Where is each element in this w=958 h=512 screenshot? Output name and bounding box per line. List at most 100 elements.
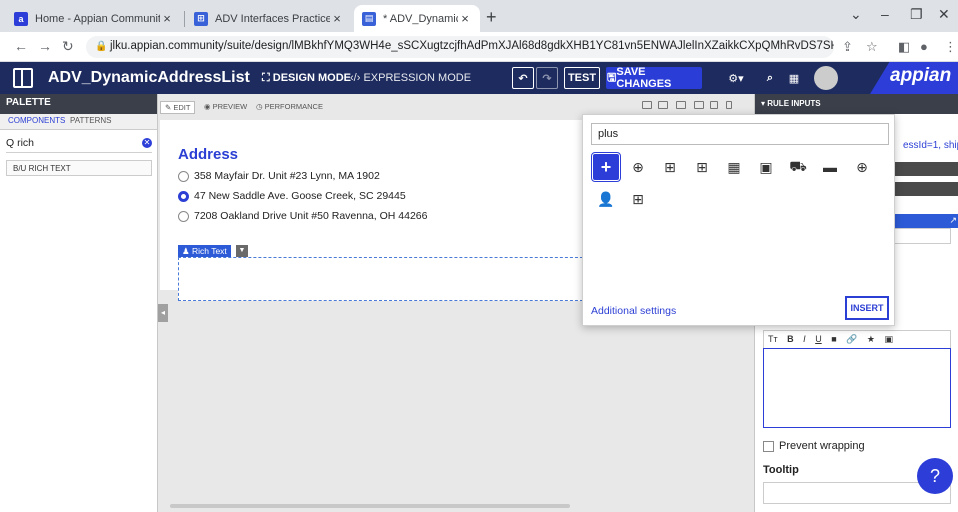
- question-icon: ?: [929, 466, 940, 486]
- folder-plus-icon[interactable]: ▬: [817, 154, 843, 180]
- image-icon[interactable]: ▣: [884, 334, 893, 344]
- star-icon[interactable]: ★: [867, 334, 875, 344]
- device-tablet-icon[interactable]: [694, 101, 704, 109]
- text-size-icon[interactable]: Tт: [768, 334, 778, 344]
- restore-icon[interactable]: ❐: [910, 6, 923, 23]
- rich-text-editor[interactable]: [763, 348, 951, 428]
- profile-icon[interactable]: ●: [920, 39, 928, 54]
- user-avatar[interactable]: [814, 66, 838, 90]
- device-tablet-portrait-icon[interactable]: [710, 101, 718, 109]
- browser-tab-active[interactable]: ▤ * ADV_DynamicAddressList • App ×: [354, 5, 480, 32]
- tab-edit[interactable]: ✎ EDIT: [160, 101, 196, 114]
- checkbox[interactable]: [763, 440, 774, 452]
- expression-mode-label: EXPRESSION MODE: [363, 72, 472, 84]
- tab-performance[interactable]: ◷ PERFORMANCE: [252, 101, 327, 112]
- device-laptop-icon[interactable]: [676, 101, 686, 109]
- property-input[interactable]: [887, 228, 951, 244]
- interface-object-icon: [13, 68, 33, 88]
- menu-kebab-icon[interactable]: ⋮: [944, 39, 957, 55]
- palette-item-label: RICH TEXT: [28, 164, 71, 173]
- palette-item-rich-text[interactable]: B/U RICH TEXT: [6, 160, 152, 176]
- plus-icon[interactable]: +: [591, 152, 621, 182]
- new-tab-button[interactable]: +: [486, 7, 497, 28]
- rich-text-component[interactable]: [178, 257, 588, 301]
- component-menu-button[interactable]: ▼: [236, 245, 248, 257]
- insert-button[interactable]: INSERT: [845, 296, 889, 320]
- navigation-menu-button[interactable]: ▦: [784, 67, 804, 89]
- calendar-plus-outline-icon[interactable]: ▣: [753, 154, 779, 180]
- back-icon[interactable]: ←: [14, 38, 28, 54]
- icon-search-input[interactable]: plus: [591, 123, 889, 145]
- user-plus-icon[interactable]: 👤: [593, 186, 619, 212]
- object-search-button[interactable]: ⌕: [760, 67, 780, 89]
- undo-button[interactable]: ↶: [512, 67, 534, 89]
- interface-favicon-icon: ▤: [362, 11, 376, 26]
- tab-components[interactable]: COMPONENTS: [8, 116, 65, 125]
- underline-icon[interactable]: U: [815, 334, 822, 344]
- design-mode-label: DESIGN MODE: [272, 72, 351, 84]
- component-tag[interactable]: ♟ Rich Text: [178, 245, 231, 257]
- calendar-plus-icon[interactable]: ▦: [721, 154, 747, 180]
- expression-mode-tab[interactable]: ‹/› EXPRESSION MODE: [350, 72, 471, 84]
- radio-option-1[interactable]: 358 Mayfair Dr. Unit #23 Lynn, MA 1902: [178, 170, 380, 182]
- chevron-down-icon: ▼: [238, 247, 246, 254]
- tooltip-label: Tooltip: [763, 464, 799, 476]
- close-window-icon[interactable]: ✕: [938, 6, 950, 23]
- radio-button-selected[interactable]: [178, 190, 189, 202]
- prevent-wrapping-checkbox[interactable]: Prevent wrapping: [763, 440, 865, 452]
- tab-patterns[interactable]: PATTERNS: [70, 116, 111, 125]
- plus-square-outline-icon[interactable]: ⊞: [689, 154, 715, 180]
- minimize-icon[interactable]: –: [881, 6, 889, 22]
- device-phone-icon[interactable]: [726, 101, 732, 109]
- collapse-palette-button[interactable]: ◂: [158, 304, 168, 322]
- settings-menu-button[interactable]: ⚙▾: [722, 67, 750, 89]
- search-plus-icon[interactable]: ⊕: [849, 154, 875, 180]
- design-mode-tab[interactable]: ⛶ DESIGN MODE: [262, 72, 351, 85]
- browser-tab-practice[interactable]: ⊞ ADV Interfaces Practice – Build - ×: [186, 5, 352, 32]
- hospital-plus-icon[interactable]: ⊞: [625, 186, 651, 212]
- device-fullscreen-icon[interactable]: [642, 101, 652, 109]
- bold-icon[interactable]: B: [787, 334, 794, 344]
- redo-icon: ↷: [542, 72, 552, 85]
- edit-icon[interactable]: ↗: [949, 215, 957, 226]
- plus-circle-icon[interactable]: ⊕: [625, 154, 651, 180]
- plus-square-icon[interactable]: ⊞: [657, 154, 683, 180]
- bookmark-star-icon[interactable]: ☆: [866, 39, 878, 55]
- panel-section-bar: [887, 182, 958, 196]
- horizontal-scrollbar[interactable]: [170, 504, 570, 508]
- close-tab-icon[interactable]: ×: [160, 11, 174, 26]
- share-icon[interactable]: ⇪: [842, 39, 853, 55]
- palette-search-value: rich: [17, 137, 35, 149]
- rule-inputs-header[interactable]: ▾ RULE INPUTS: [755, 94, 958, 114]
- appian-logo: appian: [870, 62, 958, 94]
- additional-settings-link[interactable]: Additional settings: [591, 305, 676, 317]
- color-icon[interactable]: ■: [831, 334, 836, 344]
- test-button[interactable]: TEST: [564, 67, 600, 89]
- close-tab-icon[interactable]: ×: [458, 11, 472, 26]
- device-desktop-icon[interactable]: [658, 101, 668, 109]
- selected-component-bar[interactable]: ↗: [887, 214, 958, 228]
- redo-button[interactable]: ↷: [536, 67, 558, 89]
- browser-tab-home[interactable]: a Home - Appian Community Editi ×: [6, 5, 182, 32]
- help-button[interactable]: ?: [917, 458, 953, 494]
- clear-search-icon[interactable]: ✕: [142, 138, 152, 148]
- radio-button[interactable]: [178, 170, 189, 182]
- italic-icon[interactable]: I: [803, 334, 806, 344]
- sidebar-icon[interactable]: ◧: [898, 39, 910, 55]
- tab-search-icon[interactable]: ⌄: [850, 6, 862, 23]
- palette-search-input[interactable]: Q rich ✕: [6, 137, 152, 153]
- rich-text-icon: B/U: [13, 164, 29, 173]
- radio-button[interactable]: [178, 210, 189, 222]
- url-bar[interactable]: 🔒 jlku.appian.community/suite/design/lMB…: [86, 36, 834, 58]
- close-tab-icon[interactable]: ×: [330, 11, 344, 26]
- forward-icon[interactable]: →: [38, 38, 52, 54]
- save-changes-button[interactable]: 🖫 SAVE CHANGES: [606, 66, 702, 90]
- design-mode-icon: ⛶: [262, 72, 273, 84]
- radio-option-2[interactable]: 47 New Saddle Ave. Goose Creek, SC 29445: [178, 190, 406, 202]
- radio-option-3[interactable]: 7208 Oakland Drive Unit #50 Ravenna, OH …: [178, 210, 427, 222]
- reload-icon[interactable]: ↻: [62, 38, 74, 55]
- cart-plus-icon[interactable]: ⛟: [785, 154, 811, 180]
- palette-panel: PALETTE COMPONENTS PATTERNS Q rich ✕ B/U…: [0, 94, 158, 512]
- link-icon[interactable]: 🔗: [846, 334, 857, 344]
- tab-preview[interactable]: ◉ PREVIEW: [200, 101, 251, 112]
